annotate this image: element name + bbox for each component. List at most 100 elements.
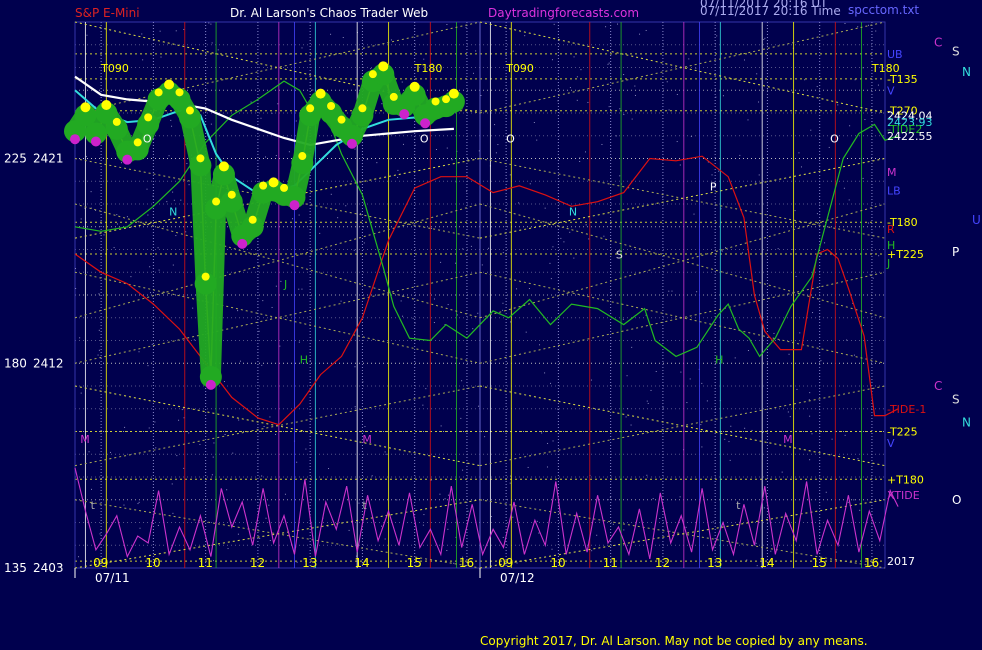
noise-dot: [223, 381, 225, 383]
noise-dot: [569, 87, 571, 89]
noise-dot: [551, 59, 553, 61]
y-price-label: 2412: [33, 356, 64, 370]
high-dot: [212, 197, 221, 206]
noise-dot: [626, 375, 628, 377]
noise-dot: [608, 106, 610, 108]
side-letter: N: [962, 65, 971, 79]
noise-dot: [376, 162, 378, 164]
noise-dot: [124, 426, 126, 428]
noise-dot: [516, 562, 518, 564]
low-dot: [70, 134, 80, 145]
noise-dot: [527, 466, 529, 468]
noise-dot: [747, 350, 749, 352]
noise-dot: [631, 346, 633, 348]
noise-dot: [226, 489, 228, 491]
chart-label: O: [420, 133, 429, 146]
noise-dot: [475, 50, 477, 52]
noise-dot: [271, 306, 273, 308]
series-xtide: [74, 467, 899, 560]
noise-dot: [630, 424, 632, 426]
noise-dot: [587, 101, 589, 103]
noise-dot: [625, 416, 627, 418]
noise-dot: [172, 264, 174, 266]
noise-dot: [693, 213, 695, 215]
x-date-label: 07/11: [95, 571, 130, 585]
low-dot: [346, 138, 357, 149]
noise-dot: [193, 339, 195, 341]
chart-label: N: [569, 205, 577, 218]
noise-dot: [120, 162, 122, 164]
noise-dot: [98, 349, 100, 351]
high-dot: [389, 92, 398, 101]
noise-dot: [137, 503, 139, 505]
noise-dot: [623, 529, 625, 531]
noise-dot: [812, 312, 814, 314]
chart-label: t: [362, 499, 367, 512]
noise-dot: [75, 287, 77, 289]
noise-dot: [277, 103, 279, 105]
noise-dot: [495, 152, 497, 154]
noise-dot: [828, 146, 830, 148]
noise-dot: [646, 474, 648, 476]
noise-dot: [552, 440, 554, 442]
chart-label: O: [506, 133, 515, 146]
noise-dot: [579, 157, 581, 159]
noise-dot: [385, 453, 387, 455]
chart-label: t: [736, 499, 741, 512]
right-label: LB: [887, 184, 901, 197]
noise-dot: [820, 360, 822, 362]
side-letter: S: [952, 393, 960, 407]
chart-label: T090: [100, 62, 129, 75]
side-letter: O: [952, 493, 961, 507]
noise-dot: [172, 512, 174, 514]
noise-dot: [440, 425, 442, 427]
noise-dot: [623, 74, 625, 76]
noise-dot: [153, 137, 155, 139]
site-link[interactable]: Daytradingforecasts.com: [488, 6, 639, 20]
x-tick-label: 16: [864, 556, 879, 570]
noise-dot: [146, 188, 148, 190]
noise-dot: [716, 35, 718, 37]
noise-dot: [280, 280, 282, 282]
noise-dot: [478, 150, 480, 152]
chart-label: M: [80, 433, 90, 446]
noise-dot: [751, 429, 753, 431]
noise-dot: [796, 388, 798, 390]
noise-dot: [695, 67, 697, 69]
noise-dot: [502, 309, 504, 311]
noise-dot: [434, 298, 435, 300]
x-tick-label: 09: [498, 556, 513, 570]
noise-dot: [141, 33, 143, 35]
noise-dot: [547, 442, 549, 444]
noise-dot: [389, 158, 391, 160]
chart-label: M: [783, 433, 793, 446]
noise-dot: [816, 213, 818, 215]
noise-dot: [288, 151, 290, 153]
noise-dot: [384, 538, 386, 540]
noise-dot: [781, 471, 783, 473]
noise-dot: [755, 181, 757, 183]
low-dot: [122, 154, 133, 165]
noise-dot: [211, 42, 213, 44]
high-dot: [409, 81, 420, 92]
noise-dot: [701, 382, 703, 384]
noise-dot: [168, 155, 170, 157]
noise-dot: [275, 433, 276, 435]
noise-dot: [210, 23, 212, 25]
noise-dot: [857, 26, 859, 28]
noise-dot: [725, 247, 727, 249]
high-dot: [227, 190, 236, 199]
noise-dot: [679, 164, 681, 166]
noise-dot: [296, 461, 298, 463]
noise-dot: [608, 62, 610, 64]
high-dot: [268, 177, 279, 188]
noise-dot: [78, 556, 80, 558]
noise-dot: [472, 328, 474, 330]
noise-dot: [668, 290, 670, 292]
noise-dot: [706, 400, 708, 402]
noise-dot: [298, 288, 300, 290]
noise-dot: [460, 417, 462, 419]
noise-dot: [358, 502, 360, 504]
noise-dot: [123, 504, 125, 506]
noise-dot: [494, 124, 496, 126]
